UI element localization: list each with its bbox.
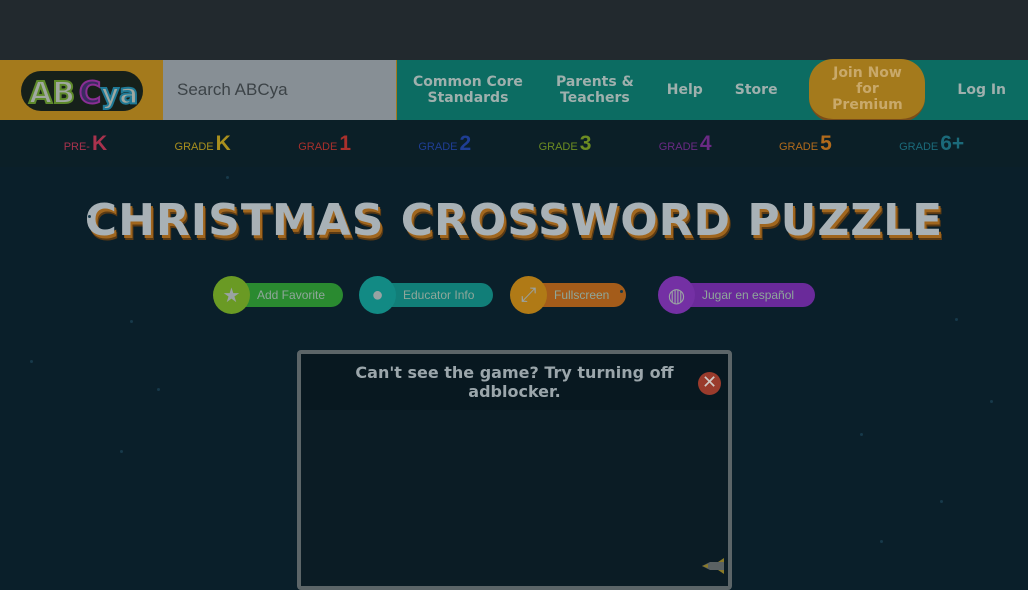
svg-text:AB: AB [29,76,75,111]
grade-link[interactable]: PRE- K [64,132,107,156]
grade-link[interactable]: GRADE 4 [659,132,712,156]
grade-level: 1 [339,131,351,155]
svg-text:C: C [79,76,101,111]
grade-prefix: GRADE [538,140,578,153]
grade-level: K [215,131,231,155]
grade-level: 3 [579,131,592,155]
action-fullscreen[interactable]: ⤢ Fullscreen [510,276,626,314]
nav-help[interactable]: Help [667,82,703,98]
background-star [30,360,33,363]
grade-prefix: GRADE [298,140,338,153]
grade-prefix: PRE- [63,140,90,153]
background-star [88,215,91,218]
action-label: Add Favorite [257,288,326,302]
login-link[interactable]: Log In [957,82,1006,98]
background-star [620,290,623,293]
expand-icon: ⤢ [510,276,547,314]
search-box [163,60,398,120]
game-actions: ★ Add Favorite ● Educator Info ⤢ Fullscreen ◍ J… [0,276,1028,314]
rocket-icon [702,558,724,574]
background-star [955,318,958,321]
join-premium-button[interactable]: Join Now for Premium [809,58,926,122]
grade-link[interactable]: GRADE 3 [539,132,592,156]
browser-top-bar [0,0,1028,60]
star-icon: ★ [213,276,250,314]
game-frame[interactable]: Can't see the game? Try turning off adbl… [297,350,732,590]
background-star [226,176,229,179]
grade-level: 6+ [940,131,965,155]
grade-prefix: GRADE [418,140,458,153]
adblock-notice: Can't see the game? Try turning off adbl… [301,354,728,410]
site-header: AB C ya Common Core Standards Parents & … [0,58,1028,122]
close-icon[interactable]: ✕ [698,372,721,395]
action-label: Educator Info [403,288,475,302]
nav-common-core[interactable]: Common Core Standards [413,74,523,106]
svg-text:ya: ya [101,77,138,110]
grade-prefix: GRADE [778,140,819,153]
grade-nav: PRE- K GRADE K GRADE 1 GRADE 2 GRADE 3 GRADE 4 GRADE… [0,120,1028,167]
grade-link[interactable]: GRADE 5 [779,132,832,156]
background-star [157,388,160,391]
search-input[interactable] [177,80,398,100]
grade-link[interactable]: GRADE K [175,132,231,156]
grade-prefix: GRADE [174,140,214,153]
grade-prefix: GRADE [658,140,698,153]
apple-icon: ● [359,276,396,314]
grade-level: 4 [699,131,712,155]
grade-level: 2 [459,131,472,155]
background-star [120,450,123,453]
background-star [880,540,883,543]
action-add-favorite[interactable]: ★ Add Favorite [213,276,343,314]
grade-link[interactable]: GRADE 2 [418,132,471,156]
background-star [860,433,863,436]
nav-parents-teachers[interactable]: Parents & Teachers [555,74,635,106]
action-label: Jugar en español [702,288,795,302]
page-title: CHRISTMAS CROSSWORD PUZZLE [84,195,944,246]
action-jugar-en-espa-ol[interactable]: ◍ Jugar en español [658,276,815,314]
globe-icon: ◍ [658,276,695,314]
background-star [130,320,133,323]
nav-store[interactable]: Store [735,82,778,98]
grade-link[interactable]: GRADE 1 [298,132,351,156]
abcya-logo[interactable]: AB C ya [0,60,163,120]
grade-link[interactable]: GRADE 6+ [899,132,964,156]
background-star [990,400,993,403]
grade-level: 5 [820,131,832,155]
grade-level: K [91,131,108,155]
grade-prefix: GRADE [899,140,939,153]
action-educator-info[interactable]: ● Educator Info [359,276,493,314]
action-label: Fullscreen [554,288,610,302]
background-star [940,500,943,503]
